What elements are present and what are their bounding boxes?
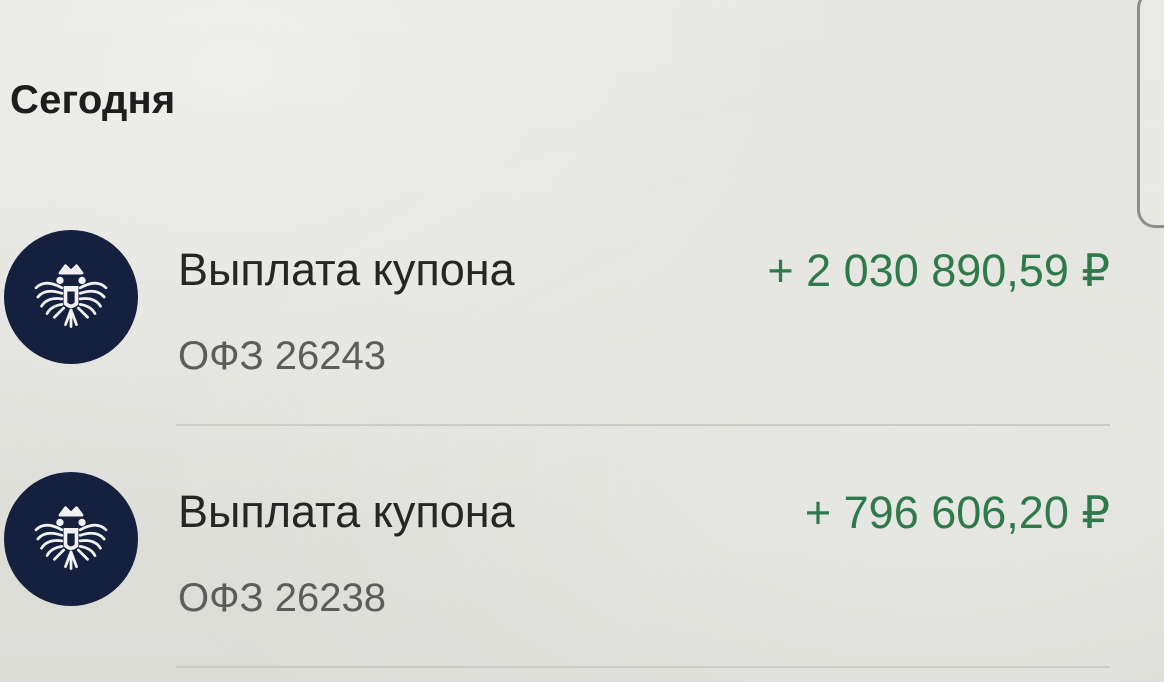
transaction-amount: + 796 606,20 ₽	[804, 487, 1110, 538]
list-divider	[176, 424, 1110, 426]
russian-eagle-emblem-icon	[4, 472, 138, 606]
scroll-panel-edge	[1137, 0, 1164, 228]
russian-eagle-emblem-icon	[4, 230, 138, 364]
transaction-subtitle: ОФЗ 26238	[178, 576, 387, 620]
list-divider	[176, 666, 1110, 668]
operations-screen: Сегодня Выплата купона ОФЗ 26243 + 2 030…	[0, 0, 1164, 682]
section-title-today: Сегодня	[10, 78, 176, 122]
transaction-title: Выплата купона	[178, 486, 515, 537]
transaction-row[interactable]: Выплата купона ОФЗ 26243 + 2 030 890,59 …	[0, 222, 1164, 432]
transaction-title: Выплата купона	[178, 244, 515, 295]
transaction-amount: + 2 030 890,59 ₽	[767, 245, 1110, 296]
transaction-subtitle: ОФЗ 26243	[178, 334, 387, 378]
transaction-row[interactable]: Выплата купона ОФЗ 26238 + 796 606,20 ₽	[0, 464, 1164, 674]
